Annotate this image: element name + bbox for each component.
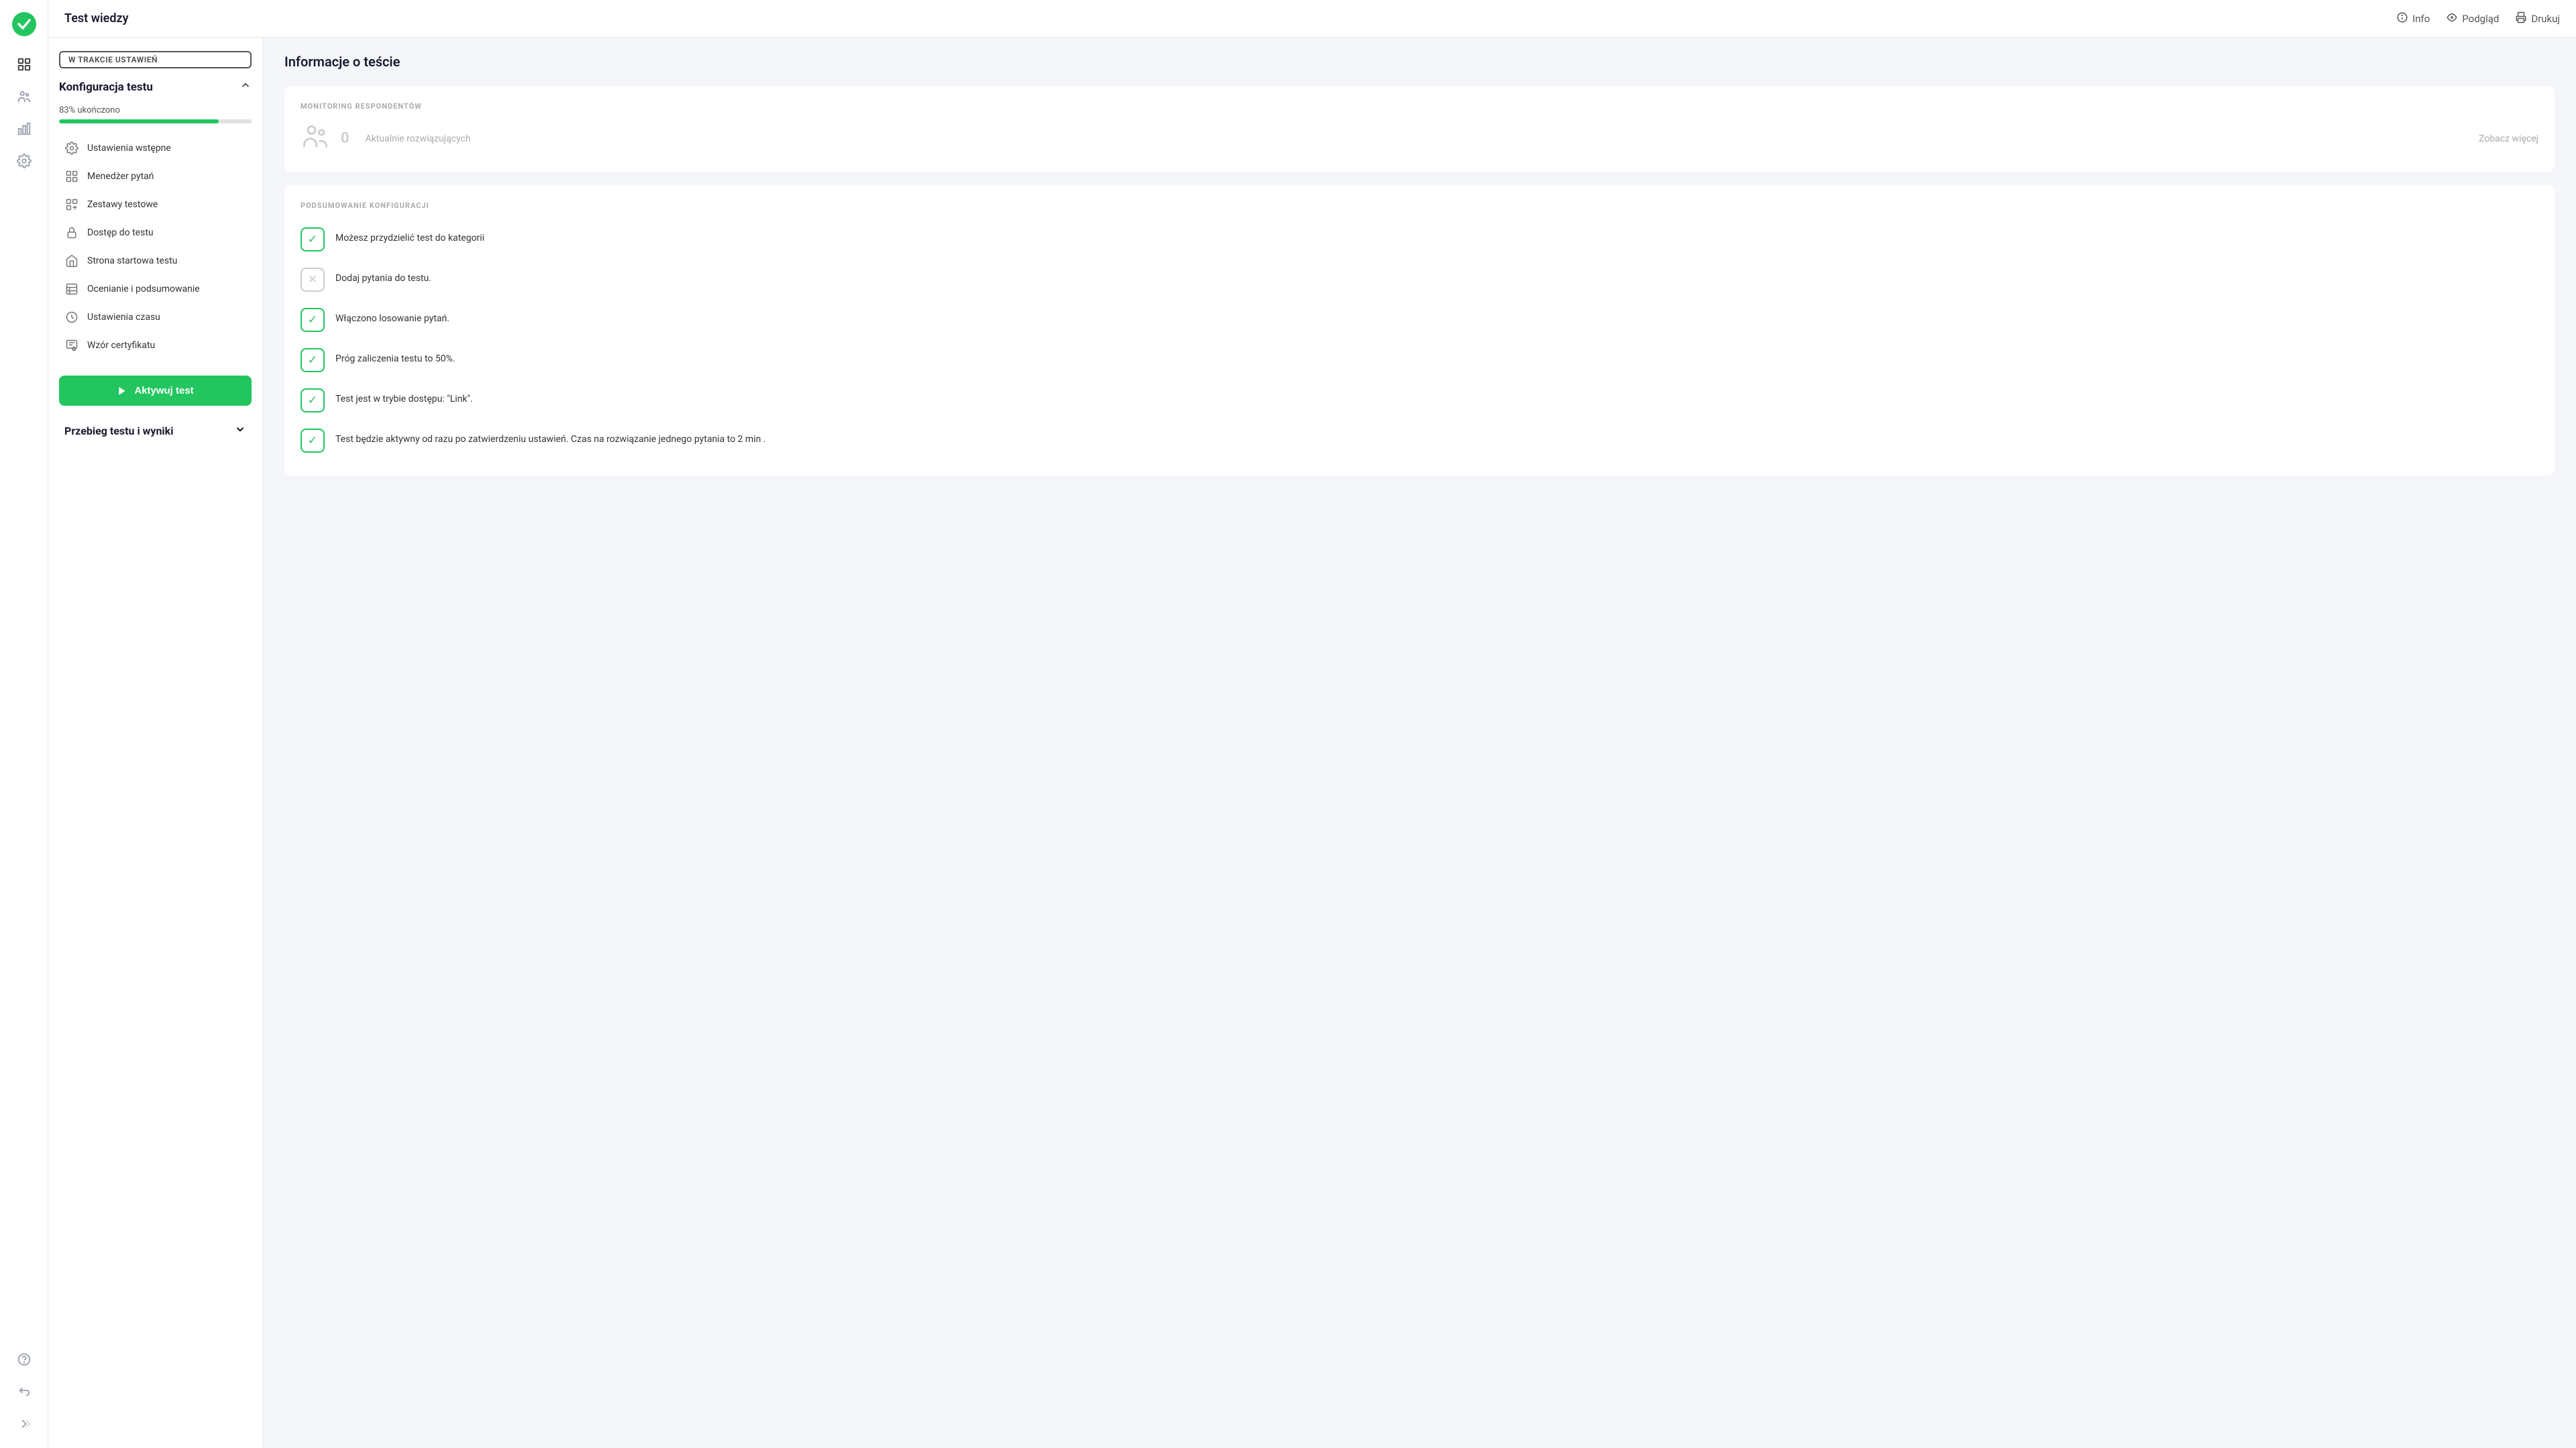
sidebar-item-users[interactable] [11, 83, 38, 110]
sidebar-item-grid[interactable] [11, 51, 38, 78]
check-icon-randomize: ✓ [301, 308, 325, 332]
config-item-access-mode: ✓ Test jest w trybie dostępu: "Link". [301, 382, 2538, 419]
menu-item-test-sets[interactable]: Zestawy testowe [59, 190, 252, 219]
print-icon [2515, 11, 2527, 26]
status-badge: W TRAKCIE USTAWIEŃ [59, 51, 252, 68]
config-item-category: ✓ Możesz przydzielić test do kategorii [301, 221, 2538, 258]
test-progress-title: Przebieg testu i wyniki [64, 425, 173, 437]
config-item-threshold-text: Próg zaliczenia testu to 50%. [335, 348, 455, 366]
config-summary-label: PODSUMOWANIE KONFIGURACJI [301, 201, 2538, 210]
menu-item-initial-settings[interactable]: Ustawienia wstępne [59, 134, 252, 162]
content-area: W TRAKCIE USTAWIEŃ Konfiguracja testu 83… [48, 38, 2576, 1448]
info-label: Info [2412, 13, 2430, 25]
monitoring-label: MONITORING RESPONDENTÓW [301, 102, 2538, 111]
menu-item-certificate-label: Wzór certyfikatu [87, 340, 155, 351]
lock-icon [64, 225, 79, 240]
menu-item-time-settings[interactable]: Ustawienia czasu [59, 303, 252, 331]
sidebar-item-back[interactable] [11, 1378, 38, 1405]
check-icon-timing: ✓ [301, 429, 325, 453]
monitoring-row: 0 Aktualnie rozwiązujących Zobacz więcej [301, 121, 2538, 156]
cross-icon-questions: ✕ [301, 268, 325, 292]
topbar-actions: Info Podgląd [2396, 11, 2560, 26]
check-icon-category: ✓ [301, 227, 325, 252]
left-panel: W TRAKCIE USTAWIEŃ Konfiguracja testu 83… [48, 38, 263, 1448]
home-icon [64, 254, 79, 268]
monitoring-description: Aktualnie rozwiązujących [366, 133, 471, 144]
menu-item-grading-label: Ocenianie i podsumowanie [87, 284, 200, 294]
info-button[interactable]: Info [2396, 11, 2430, 26]
monitoring-count: 0 [341, 130, 350, 147]
settings-icon [64, 141, 79, 156]
config-items: ✓ Możesz przydzielić test do kategorii ✕… [301, 221, 2538, 459]
progress-label: 83% ukończono [59, 105, 252, 115]
menu-item-access-label: Dostęp do testu [87, 227, 154, 238]
clock-icon [64, 310, 79, 325]
config-item-randomize: ✓ Włączono losowanie pytań. [301, 301, 2538, 339]
config-summary-card: PODSUMOWANIE KONFIGURACJI ✓ Możesz przyd… [284, 185, 2555, 476]
sidebar-item-gear[interactable] [11, 148, 38, 174]
print-label: Drukuj [2531, 13, 2560, 25]
grading-icon [64, 282, 79, 296]
progress-bar [59, 119, 252, 123]
sets-icon [64, 197, 79, 212]
config-item-timing-text: Test będzie aktywny od razu po zatwierdz… [335, 429, 765, 447]
menu-item-start-page[interactable]: Strona startowa testu [59, 247, 252, 275]
preview-button[interactable]: Podgląd [2446, 11, 2499, 26]
config-header: Konfiguracja testu [59, 79, 252, 95]
chevron-down-icon [234, 423, 246, 438]
info-icon [2396, 11, 2408, 26]
activate-test-button[interactable]: Aktywuj test [59, 376, 252, 406]
print-button[interactable]: Drukuj [2515, 11, 2560, 26]
config-title: Konfiguracja testu [59, 80, 153, 94]
sidebar-bottom [11, 1346, 38, 1437]
sidebar [0, 0, 48, 1448]
progress-bar-fill [59, 119, 219, 123]
config-item-threshold: ✓ Próg zaliczenia testu to 50%. [301, 341, 2538, 379]
eye-icon [2446, 11, 2458, 26]
sidebar-item-expand[interactable] [11, 1410, 38, 1437]
test-progress-section[interactable]: Przebieg testu i wyniki [59, 416, 252, 445]
menu-items: Ustawienia wstępne Menedżer pytań [59, 134, 252, 359]
config-item-randomize-text: Włączono losowanie pytań. [335, 308, 449, 326]
menu-item-start-page-label: Strona startowa testu [87, 256, 177, 266]
config-item-category-text: Możesz przydzielić test do kategorii [335, 227, 484, 245]
app-logo[interactable] [11, 11, 38, 38]
page-title: Test wiedzy [64, 11, 2396, 25]
config-item-questions: ✕ Dodaj pytania do testu. [301, 261, 2538, 298]
chevron-up-icon[interactable] [239, 79, 252, 95]
menu-item-time-settings-label: Ustawienia czasu [87, 312, 160, 323]
sidebar-item-chart[interactable] [11, 115, 38, 142]
menu-item-question-manager[interactable]: Menedżer pytań [59, 162, 252, 190]
config-item-timing: ✓ Test będzie aktywny od razu po zatwier… [301, 422, 2538, 459]
menu-item-certificate[interactable]: Wzór certyfikatu [59, 331, 252, 359]
menu-item-question-manager-label: Menedżer pytań [87, 171, 154, 182]
config-item-access-mode-text: Test jest w trybie dostępu: "Link". [335, 388, 473, 406]
menu-item-initial-settings-label: Ustawienia wstępne [87, 143, 171, 154]
right-panel-title: Informacje o teście [284, 54, 2555, 70]
monitoring-left: 0 Aktualnie rozwiązujących [301, 121, 471, 156]
see-more-link[interactable]: Zobacz więcej [2479, 133, 2538, 144]
monitoring-card: MONITORING RESPONDENTÓW 0 Aktualnie rozw… [284, 86, 2555, 172]
config-item-questions-text: Dodaj pytania do testu. [335, 268, 431, 286]
sidebar-item-help[interactable] [11, 1346, 38, 1373]
right-panel: Informacje o teście MONITORING RESPONDEN… [263, 38, 2576, 1448]
users-group-icon [301, 121, 330, 156]
check-icon-access-mode: ✓ [301, 388, 325, 412]
progress-section: 83% ukończono [59, 105, 252, 123]
menu-item-grading[interactable]: Ocenianie i podsumowanie [59, 275, 252, 303]
topbar: Test wiedzy Info Podgląd [48, 0, 2576, 38]
main-wrapper: Test wiedzy Info Podgląd [48, 0, 2576, 1448]
check-icon-threshold: ✓ [301, 348, 325, 372]
menu-item-test-sets-label: Zestawy testowe [87, 199, 158, 210]
certificate-icon [64, 338, 79, 353]
preview-label: Podgląd [2462, 13, 2499, 25]
menu-item-access[interactable]: Dostęp do testu [59, 219, 252, 247]
questions-icon [64, 169, 79, 184]
